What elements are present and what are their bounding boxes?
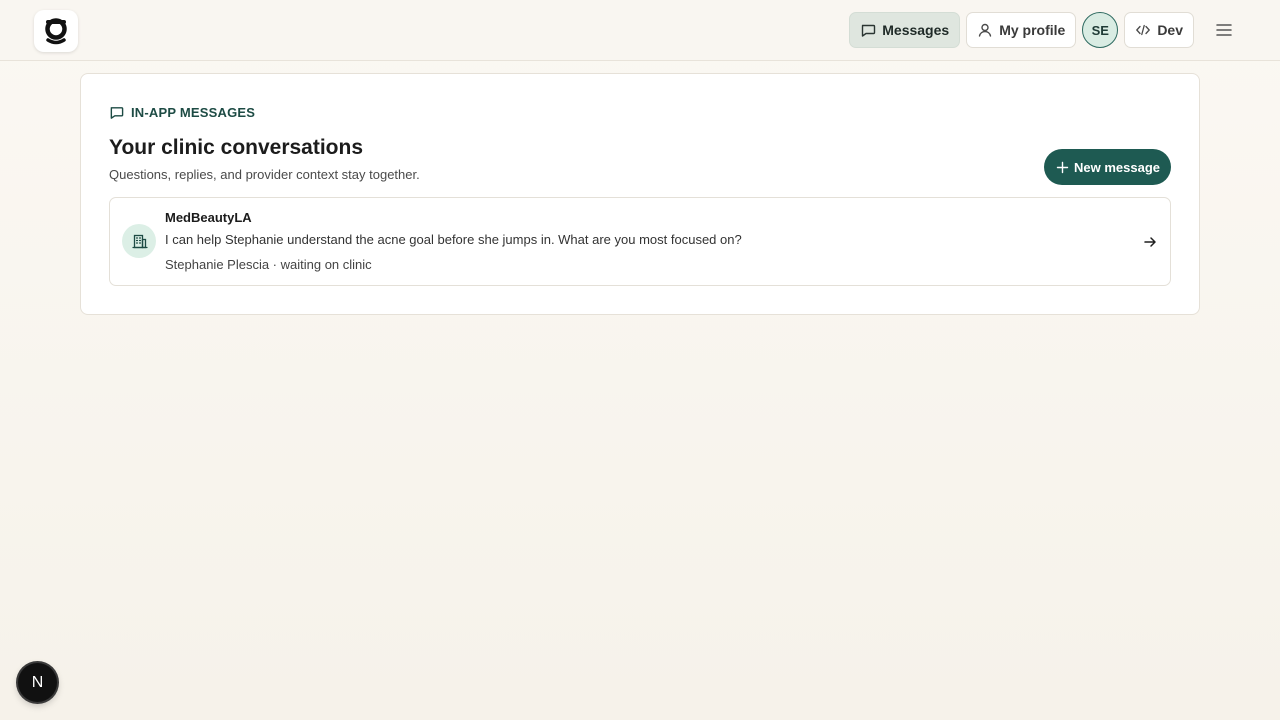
- conversation-row[interactable]: MedBeautyLA I can help Stephanie underst…: [109, 197, 1171, 286]
- dev-nav-button[interactable]: Dev: [1124, 12, 1194, 48]
- dev-nav-label: Dev: [1157, 22, 1183, 38]
- messages-nav-label: Messages: [882, 22, 950, 38]
- code-icon: [1136, 24, 1151, 36]
- messages-card: IN-APP MESSAGES Your clinic conversation…: [80, 73, 1200, 315]
- my-profile-nav-button[interactable]: My profile: [966, 12, 1077, 48]
- floating-n-button[interactable]: N: [18, 663, 57, 702]
- clinic-building-icon: [131, 234, 148, 248]
- hamburger-menu-icon: [1216, 24, 1232, 36]
- header-actions: Messages My profile SE Dev: [849, 12, 1240, 48]
- section-eyebrow: IN-APP MESSAGES: [109, 105, 255, 120]
- new-message-button[interactable]: New message: [1044, 149, 1171, 185]
- page-title: Your clinic conversations: [109, 136, 364, 159]
- conversation-clinic-name: MedBeautyLA: [165, 210, 252, 225]
- hamburger-menu-button[interactable]: [1208, 12, 1240, 48]
- avatar-initials: SE: [1091, 22, 1109, 38]
- conversation-preview: I can help Stephanie understand the acne…: [165, 232, 742, 247]
- conversation-meta: Stephanie Plescia · waiting on clinic: [165, 257, 372, 272]
- brand-logo-icon: [45, 18, 67, 45]
- plus-icon: [1056, 161, 1069, 173]
- top-navigation-bar: Messages My profile SE Dev: [0, 0, 1280, 61]
- eyebrow-label: IN-APP MESSAGES: [131, 105, 256, 120]
- message-bubble-icon: [862, 24, 876, 37]
- clinic-avatar: [122, 224, 156, 258]
- user-avatar[interactable]: SE: [1082, 12, 1119, 48]
- user-icon: [978, 23, 992, 37]
- my-profile-nav-label: My profile: [999, 22, 1066, 38]
- new-message-label: New message: [1074, 159, 1160, 175]
- page-subtitle: Questions, replies, and provider context…: [109, 167, 420, 182]
- floating-button-label: N: [31, 673, 44, 691]
- message-bubble-icon: [110, 107, 124, 119]
- messages-nav-button[interactable]: Messages: [849, 12, 961, 48]
- arrow-right-icon: [1144, 237, 1156, 247]
- brand-logo-button[interactable]: [34, 10, 78, 52]
